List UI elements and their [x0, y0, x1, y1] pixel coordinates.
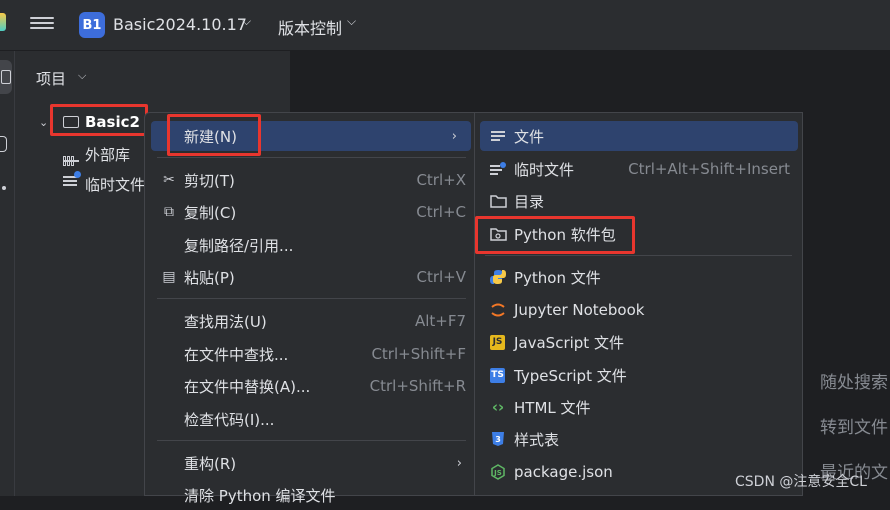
menu-item-label: 粘贴(P): [184, 268, 235, 287]
submenu-item-label: 文件: [514, 127, 545, 146]
svg-text:3: 3: [495, 435, 501, 444]
html-icon: ‹›: [491, 398, 505, 416]
svg-text:JS: JS: [493, 469, 502, 477]
bookmarks-tool-icon[interactable]: [0, 136, 7, 152]
submenu-item-label: package.json: [514, 463, 613, 481]
menu-item-copy[interactable]: ⧉ 复制(C) Ctrl+C: [145, 197, 476, 227]
menu-item-label: 检查代码(I)...: [184, 410, 275, 429]
submenu-item-label: Jupyter Notebook: [514, 301, 645, 319]
scratch-icon: [63, 176, 77, 188]
watermark: CSDN @注意安全CL: [735, 474, 867, 490]
menu-divider: [157, 157, 466, 158]
tool-window-strip: [0, 51, 15, 496]
menu-item-inspect-code[interactable]: 检查代码(I)...: [145, 404, 476, 434]
folder-icon: [489, 192, 507, 210]
nodejs-icon: JS: [489, 463, 507, 481]
submenu-item-directory[interactable]: 目录: [475, 186, 802, 216]
submenu-divider: [485, 255, 792, 256]
menu-item-clean-python[interactable]: 清除 Python 编译文件: [145, 480, 476, 510]
menu-item-label: 清除 Python 编译文件: [184, 486, 336, 505]
project-badge[interactable]: B1: [79, 12, 105, 38]
menu-item-copy-path[interactable]: 复制路径/引用...: [145, 230, 476, 260]
submenu-item-label: Python 文件: [514, 268, 601, 287]
menu-item-label: 在文件中查找...: [184, 345, 289, 364]
submenu-item-python-file[interactable]: Python 文件: [475, 262, 802, 292]
menu-item-label: 复制(C): [184, 203, 237, 222]
menu-divider: [157, 440, 466, 441]
typescript-icon: TS: [490, 367, 505, 383]
menu-item-label: 复制路径/引用...: [184, 236, 294, 255]
submenu-item-label: JavaScript 文件: [514, 333, 624, 352]
submenu-item-file[interactable]: 文件: [480, 121, 798, 151]
vcs-chevron-down-icon[interactable]: ⌵: [347, 14, 356, 29]
menu-item-label: 剪切(T): [184, 171, 235, 190]
copy-icon: ⧉: [164, 204, 174, 220]
context-menu: 新建(N) › ✂ 剪切(T) Ctrl+X ⧉ 复制(C) Ctrl+C 复制…: [144, 112, 477, 505]
submenu-item-label: HTML 文件: [514, 398, 591, 417]
app-logo-icon: [0, 13, 6, 31]
library-icon: [63, 148, 79, 166]
more-tools-icon[interactable]: [2, 186, 6, 190]
menu-item-label: 重构(R): [184, 454, 237, 473]
scissors-icon: ✂: [163, 172, 175, 188]
menu-item-cut[interactable]: ✂ 剪切(T) Ctrl+X: [145, 165, 476, 195]
tree-expand-icon[interactable]: ⌄: [39, 116, 48, 129]
menu-item-shortcut: Alt+F7: [414, 312, 466, 330]
project-tool-icon[interactable]: [0, 60, 12, 94]
file-lines-icon: [489, 127, 507, 145]
submenu-item-typescript[interactable]: TS TypeScript 文件: [475, 360, 802, 390]
vcs-menu[interactable]: 版本控制: [278, 15, 342, 39]
highlight-box: [167, 114, 261, 156]
paste-icon: ▤: [162, 269, 176, 285]
submenu-item-label: TypeScript 文件: [514, 366, 627, 385]
menu-item-shortcut: Ctrl+Shift+R: [369, 377, 466, 395]
new-submenu: 文件 临时文件 Ctrl+Alt+Shift+Insert 目录 Python …: [474, 112, 803, 496]
menu-item-shortcut: Ctrl+Shift+F: [371, 345, 466, 363]
menu-item-shortcut: Ctrl+X: [416, 171, 466, 189]
menu-item-label: 在文件中替换(A)...: [184, 377, 311, 396]
python-icon: [489, 268, 507, 286]
submenu-item-label: 样式表: [514, 430, 560, 449]
submenu-item-stylesheet[interactable]: 3 样式表: [475, 424, 802, 454]
menu-item-shortcut: Ctrl+C: [416, 203, 466, 221]
submenu-item-shortcut: Ctrl+Alt+Shift+Insert: [628, 160, 790, 178]
submenu-item-javascript[interactable]: JS JavaScript 文件: [475, 327, 802, 357]
highlight-box: [50, 104, 148, 136]
panel-chevron-down-icon[interactable]: ⌵: [78, 69, 86, 83]
menu-item-label: 查找用法(U): [184, 312, 267, 331]
submenu-item-scratch[interactable]: 临时文件 Ctrl+Alt+Shift+Insert: [475, 154, 802, 184]
menu-item-shortcut: Ctrl+V: [416, 268, 466, 286]
menu-item-find-usages[interactable]: 查找用法(U) Alt+F7: [145, 306, 476, 336]
css-icon: 3: [489, 430, 507, 448]
highlight-box: [475, 216, 635, 254]
menu-divider: [157, 298, 466, 299]
submenu-item-label: 目录: [514, 192, 545, 211]
menu-item-refactor[interactable]: 重构(R) ›: [145, 448, 476, 478]
project-name[interactable]: Basic2024.10.17: [113, 15, 247, 34]
tree-item-external-libs[interactable]: 外部库: [85, 144, 130, 165]
javascript-icon: JS: [490, 334, 505, 350]
menu-item-find-in-files[interactable]: 在文件中查找... Ctrl+Shift+F: [145, 339, 476, 369]
menu-item-replace-in-files[interactable]: 在文件中替换(A)... Ctrl+Shift+R: [145, 371, 476, 401]
jupyter-icon: [489, 301, 507, 319]
submenu-item-html[interactable]: ‹› HTML 文件: [475, 392, 802, 422]
submenu-item-label: 临时文件: [514, 160, 575, 179]
menu-item-paste[interactable]: ▤ 粘贴(P) Ctrl+V: [145, 262, 476, 292]
scratch-dot-icon: [74, 171, 81, 178]
submenu-item-jupyter[interactable]: Jupyter Notebook: [475, 295, 802, 325]
hint-goto-file: 转到文件: [820, 418, 888, 438]
chevron-right-icon: ›: [451, 128, 457, 144]
tree-item-scratches[interactable]: 临时文件: [85, 174, 145, 195]
chevron-right-icon: ›: [456, 455, 462, 471]
panel-title[interactable]: 项目: [36, 68, 66, 89]
main-menu-icon[interactable]: [30, 14, 54, 34]
hint-search-everywhere: 随处搜索: [820, 373, 888, 393]
scratch-file-icon: [489, 160, 507, 178]
project-chevron-down-icon[interactable]: ⌵: [242, 14, 251, 29]
